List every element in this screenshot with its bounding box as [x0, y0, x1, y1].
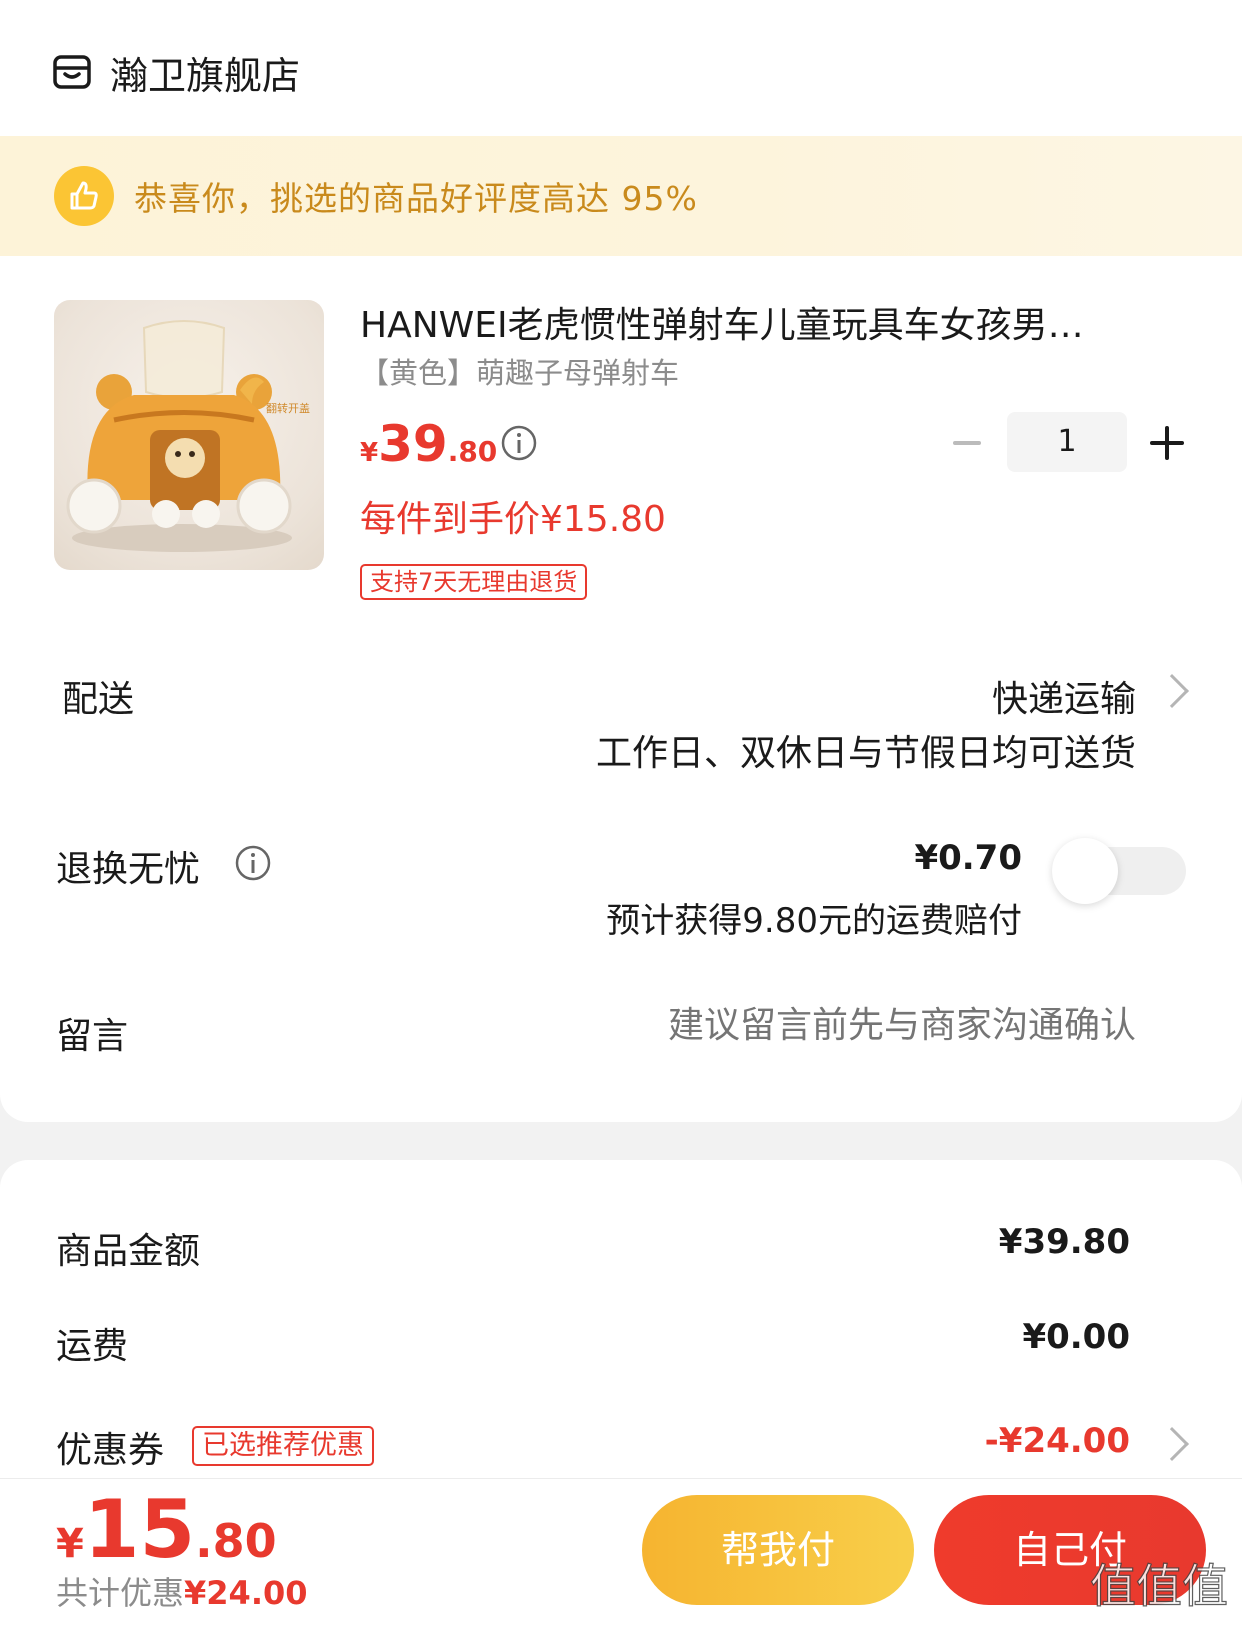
coupon-value[interactable]: -¥24.00: [985, 1421, 1130, 1461]
shipping-value: ¥0.00: [1022, 1317, 1130, 1357]
total-decimal: .80: [195, 1514, 277, 1568]
total-price: ¥ 15 .80: [56, 1488, 277, 1572]
discount-label: 共计优惠: [56, 1574, 185, 1612]
product-spec[interactable]: 【黄色】萌趣子母弹射车: [360, 350, 679, 392]
product-title[interactable]: HANWEI老虎惯性弹射车儿童玩具车女孩男…: [360, 296, 1160, 348]
chevron-right-icon[interactable]: [1155, 674, 1189, 708]
total-discount: 共计优惠¥24.00: [56, 1568, 308, 1614]
goods-amount-value: ¥39.80: [998, 1222, 1130, 1262]
price-integer: 39: [378, 415, 448, 473]
banner-text: 恭喜你，挑选的商品好评度高达 95%: [134, 179, 698, 218]
delivery-label: 配送: [62, 679, 135, 720]
price-decimal: .80: [447, 435, 498, 468]
minus-icon: [953, 441, 981, 445]
discount-value: ¥24.00: [184, 1574, 308, 1612]
order-card: 瀚卫旗舰店 恭喜你，挑选的商品好评度高达 95% 翻转开盖 HANWEI老虎惯性…: [0, 0, 1242, 1122]
quantity-input[interactable]: 1: [1007, 412, 1127, 472]
watermark-text: 值值值: [1090, 1559, 1228, 1613]
watermark-logo: 值值值: [1090, 1558, 1229, 1613]
shop-header[interactable]: 瀚卫旗舰店: [52, 44, 300, 100]
message-input[interactable]: [576, 1005, 1136, 1046]
help-me-pay-button[interactable]: 帮我付: [642, 1495, 914, 1605]
coupon-badge: 已选推荐优惠: [192, 1426, 374, 1466]
final-price: 每件到手价¥15.80: [360, 499, 666, 540]
price-info-icon[interactable]: [500, 424, 538, 462]
returns-note: 预计获得9.80元的运费赔付: [606, 901, 1022, 941]
message-label: 留言: [56, 1016, 129, 1057]
delivery-note: 工作日、双休日与节假日均可送货: [595, 733, 1136, 774]
shop-name: 瀚卫旗舰店: [110, 53, 301, 98]
returns-info-icon[interactable]: [234, 844, 272, 882]
quantity-increase-button[interactable]: [1150, 426, 1184, 460]
returns-price: ¥0.70: [914, 838, 1022, 878]
thumbs-up-icon: [54, 166, 114, 226]
returns-label: 退换无忧: [56, 849, 201, 890]
returns-toggle[interactable]: [1052, 838, 1186, 904]
image-caption: 翻转开盖: [266, 401, 310, 415]
quantity-decrease-button[interactable]: [952, 428, 982, 458]
product-image[interactable]: 翻转开盖: [54, 300, 324, 570]
price-currency: ¥: [360, 438, 379, 468]
return-policy-badge: 支持7天无理由退货: [360, 564, 588, 600]
total-currency: ¥: [56, 1521, 84, 1567]
delivery-method[interactable]: 快递运输: [992, 670, 1136, 722]
watermark-url: zhizhizhi.com: [1129, 1608, 1224, 1624]
store-icon: [53, 55, 91, 89]
product-price: ¥ 39 .80: [360, 415, 497, 473]
rating-banner: 恭喜你，挑选的商品好评度高达 95%: [0, 136, 1242, 256]
coupon-label: 优惠券: [56, 1430, 165, 1471]
toggle-knob: [1052, 838, 1118, 904]
goods-amount-label: 商品金额: [56, 1231, 201, 1272]
shipping-label: 运费: [56, 1326, 129, 1367]
total-integer: 15: [83, 1483, 196, 1576]
